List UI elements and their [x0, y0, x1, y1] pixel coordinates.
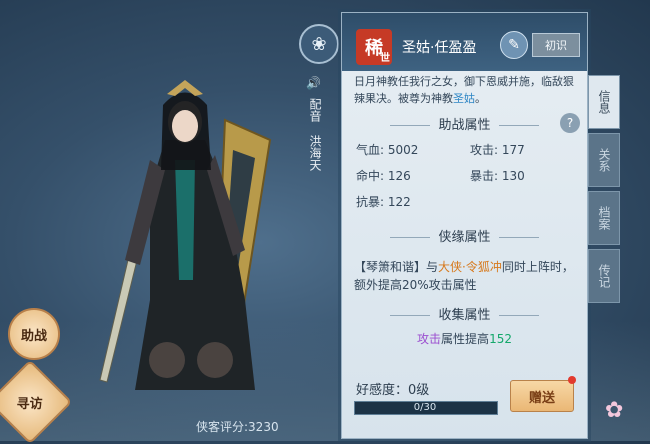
- stat-value: 177: [501, 143, 525, 157]
- bond-skill: 【琴箫和谐】: [354, 260, 427, 274]
- stat-crit-resist: 抗暴: 122: [356, 193, 411, 210]
- assist-button-label: 助战: [20, 328, 47, 344]
- rarity-sub: 世: [380, 53, 390, 64]
- stat-value: 130: [501, 169, 525, 183]
- stat-attack: 攻击: 177: [470, 141, 525, 158]
- stat-label: 暴击:: [470, 169, 499, 183]
- stat-label: 抗暴:: [356, 195, 385, 209]
- collect-attr: 攻击: [417, 332, 442, 346]
- relationship-stage-button[interactable]: 初识: [532, 33, 580, 57]
- hero-score: 侠客评分:3230: [196, 420, 279, 434]
- bond-partner: 大侠·令狐冲: [438, 260, 502, 274]
- collect-value: 152: [489, 332, 512, 346]
- info-panel: 稀 世 圣姑·任盈盈 ✎ 初识 日月神教任我行之女，御下恩威并施，临敌狠辣果决。…: [341, 12, 588, 439]
- bond-attr-title: 侠缘属性: [342, 226, 587, 245]
- stat-value: 5002: [387, 143, 419, 157]
- favor-progress-text: 0/30: [413, 402, 437, 413]
- stat-label: 攻击:: [470, 143, 499, 157]
- bio-text-2: 。: [475, 92, 486, 105]
- bio-highlight: 圣姑: [453, 92, 475, 105]
- assist-button[interactable]: 助战: [8, 308, 60, 360]
- voice-actor: 洪海天: [308, 135, 322, 171]
- favor-level: 好感度：0级: [356, 383, 430, 398]
- notification-dot: [568, 376, 576, 384]
- character-portrait: [95, 60, 305, 400]
- stat-hp: 气血: 5002: [356, 141, 418, 158]
- tab-info[interactable]: 信息: [588, 75, 620, 129]
- battle-attr-title: 助战属性: [342, 114, 587, 133]
- bond-with: 与: [426, 260, 439, 274]
- lotus-decoration-icon: ✿: [605, 398, 624, 423]
- help-button[interactable]: ?: [560, 113, 580, 133]
- character-name: 圣姑·任盈盈: [402, 40, 477, 56]
- stat-hit: 命中: 126: [356, 167, 411, 184]
- stat-label: 气血:: [356, 143, 385, 157]
- tab-biography[interactable]: 传记: [588, 249, 620, 303]
- gift-button[interactable]: 赠送: [510, 380, 574, 412]
- rarity-badge: 稀 世: [356, 29, 392, 65]
- brush-edit-icon[interactable]: ✎: [500, 31, 528, 59]
- collect-attr-title: 收集属性: [342, 304, 587, 323]
- stat-crit: 暴击: 130: [470, 167, 525, 184]
- visit-button-label: 寻访: [16, 396, 44, 412]
- tab-archive[interactable]: 档案: [588, 191, 620, 245]
- flower-emblem-icon[interactable]: ❀: [299, 24, 339, 64]
- speaker-icon[interactable]: 🔊: [306, 76, 321, 90]
- stat-value: 122: [387, 195, 411, 209]
- character-bio: 日月神教任我行之女，御下恩威并施，临敌狠辣果决。被尊为神教圣姑。: [354, 73, 576, 107]
- tab-relation[interactable]: 关系: [588, 133, 620, 187]
- collect-bonus: 攻击属性提高152: [342, 330, 587, 347]
- voice-label: 配音: [308, 98, 322, 122]
- stat-label: 命中:: [356, 169, 385, 183]
- stat-value: 126: [387, 169, 411, 183]
- bond-description: 【琴箫和谐】与大侠·令狐冲同时上阵时，额外提高20%攻击属性: [354, 258, 576, 294]
- collect-text: 属性提高: [441, 332, 490, 346]
